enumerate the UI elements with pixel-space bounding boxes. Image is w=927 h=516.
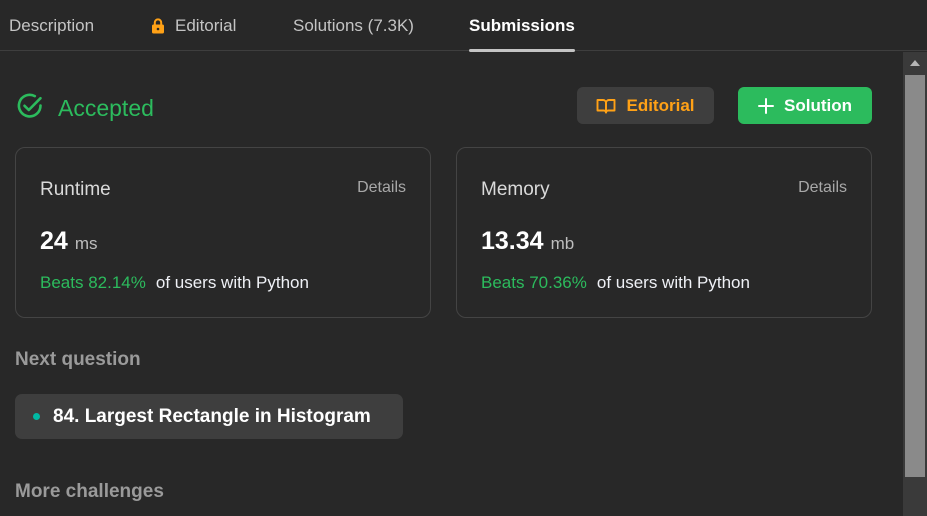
tab-solutions-label: Solutions (7.3K) xyxy=(293,15,414,35)
runtime-card: Runtime Details 24 ms Beats 82.14% of us… xyxy=(15,147,431,318)
memory-beats-text: of users with Python xyxy=(596,273,750,292)
scroll-up-arrow-icon[interactable] xyxy=(903,52,927,74)
memory-details-link[interactable]: Details xyxy=(798,179,847,197)
runtime-beats-percent: Beats 82.14% xyxy=(40,273,146,292)
tab-editorial[interactable]: Editorial xyxy=(151,0,236,51)
tab-bar: Description Editorial Solutions (7.3K) S… xyxy=(0,0,927,52)
memory-title: Memory xyxy=(481,179,550,200)
tab-submissions-label: Submissions xyxy=(469,15,575,35)
editorial-button[interactable]: Editorial xyxy=(577,87,714,124)
next-question-link[interactable]: 84. Largest Rectangle in Histogram xyxy=(15,394,403,439)
editorial-button-label: Editorial xyxy=(626,95,695,115)
lock-icon xyxy=(151,17,165,34)
solution-button[interactable]: Solution xyxy=(738,87,872,124)
tab-editorial-label: Editorial xyxy=(175,15,237,35)
memory-beats-percent: Beats 70.36% xyxy=(481,273,587,292)
next-question-heading: Next question xyxy=(15,349,141,370)
memory-beats: Beats 70.36% of users with Python xyxy=(481,273,750,293)
submission-result-panel: Accepted Editorial Solution Runtime Deta… xyxy=(0,52,903,516)
vertical-scrollbar[interactable] xyxy=(903,52,927,516)
status-label: Accepted xyxy=(58,95,154,121)
memory-card: Memory Details 13.34 mb Beats 70.36% of … xyxy=(456,147,872,318)
more-challenges-heading: More challenges xyxy=(15,481,164,502)
memory-value: 13.34 mb xyxy=(481,227,574,256)
next-question-title: 84. Largest Rectangle in Histogram xyxy=(53,405,371,427)
scrollbar-thumb[interactable] xyxy=(905,75,925,477)
solution-button-label: Solution xyxy=(784,95,852,115)
submission-status: Accepted xyxy=(16,92,154,125)
runtime-unit: ms xyxy=(74,234,98,253)
check-circle-icon xyxy=(16,92,44,125)
difficulty-dot-icon xyxy=(33,413,40,420)
runtime-beats: Beats 82.14% of users with Python xyxy=(40,273,309,293)
memory-unit: mb xyxy=(550,234,575,253)
runtime-beats-text: of users with Python xyxy=(155,273,309,292)
book-icon xyxy=(597,98,616,113)
runtime-details-link[interactable]: Details xyxy=(357,179,406,197)
runtime-title: Runtime xyxy=(40,179,111,200)
tab-submissions[interactable]: Submissions xyxy=(469,0,575,52)
plus-icon xyxy=(758,97,774,114)
tab-description-label: Description xyxy=(9,15,95,35)
tab-solutions[interactable]: Solutions (7.3K) xyxy=(293,0,414,51)
runtime-number: 24 xyxy=(40,227,68,255)
memory-number: 13.34 xyxy=(481,227,544,255)
tab-description[interactable]: Description xyxy=(9,0,94,51)
runtime-value: 24 ms xyxy=(40,227,97,256)
